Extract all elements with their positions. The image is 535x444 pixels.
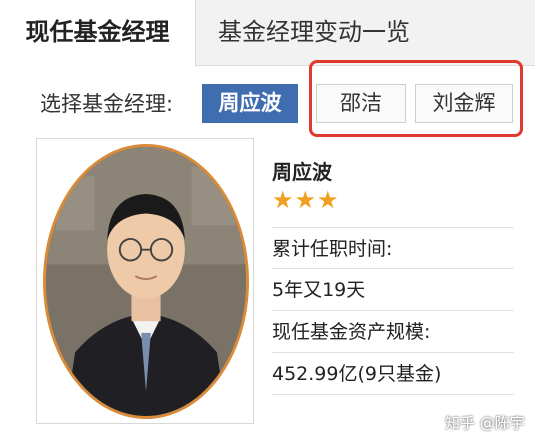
manager-selector-label: 选择基金经理: (40, 92, 174, 116)
tenure-label: 累计任职时间: (272, 227, 514, 269)
assets-value: 452.99亿(9只基金) (272, 353, 514, 395)
tab-manager-changes[interactable]: 基金经理变动一览 (218, 0, 410, 66)
manager-portrait-illustration (46, 147, 246, 416)
tenure-value: 5年又19天 (272, 269, 514, 311)
annotation-highlight-box (309, 60, 523, 137)
manager-name: 周应波 (272, 160, 332, 184)
tab-bar: 现任基金经理 基金经理变动一览 (0, 0, 535, 67)
tab-current-managers[interactable]: 现任基金经理 (0, 0, 196, 67)
watermark: 知乎 @陈宇 (445, 414, 525, 432)
manager-button-zhou-yingbo[interactable]: 周应波 (202, 84, 298, 123)
manager-photo-frame (36, 138, 254, 424)
assets-label: 现任基金资产规模: (272, 311, 514, 353)
manager-photo (43, 144, 249, 419)
star-rating: ★★★ (272, 186, 340, 214)
